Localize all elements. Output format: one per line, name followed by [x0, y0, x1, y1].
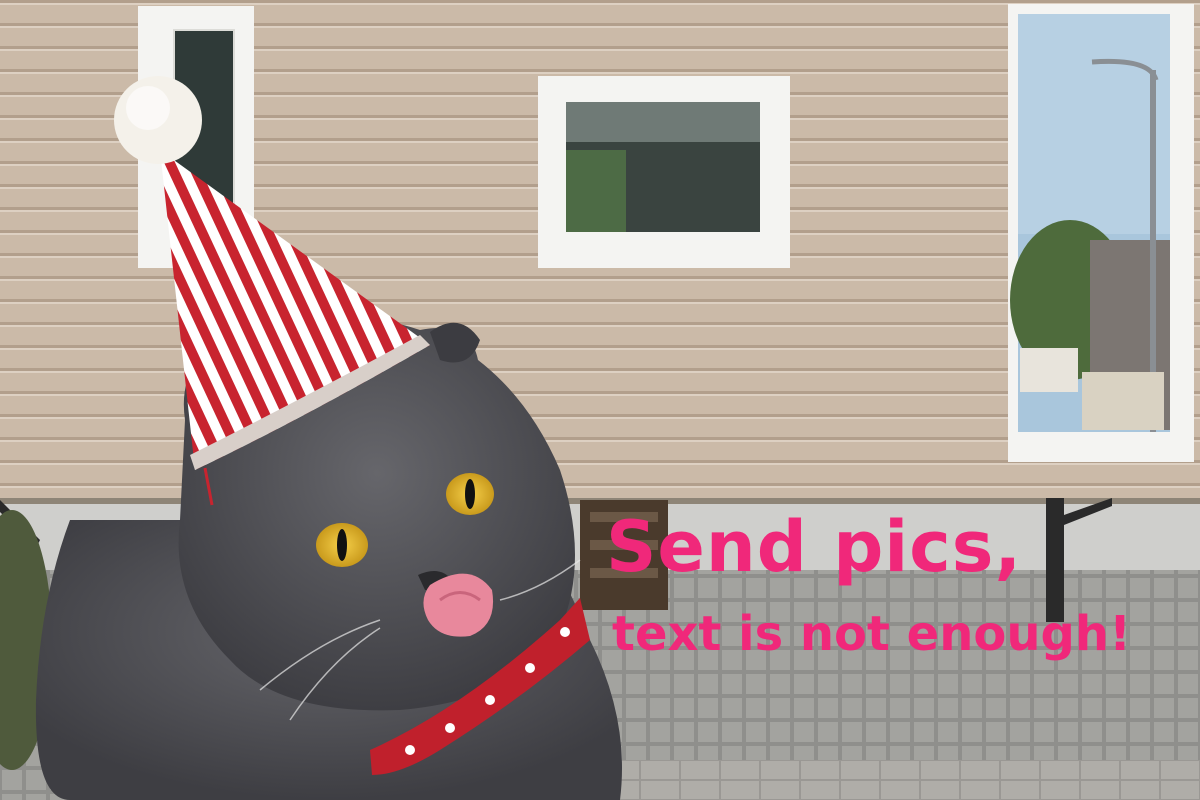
photo-background: [0, 0, 1200, 800]
support-post: [1046, 498, 1064, 622]
paving-path: [600, 760, 1200, 800]
window-center: [538, 76, 790, 268]
caption-line-2: text is not enough!: [612, 606, 1131, 662]
window-right: [1008, 4, 1194, 462]
meme-image: Send pics, text is not enough!: [0, 0, 1200, 800]
caption-line-1: Send pics,: [606, 506, 1023, 588]
cat-tongue: [423, 573, 494, 637]
